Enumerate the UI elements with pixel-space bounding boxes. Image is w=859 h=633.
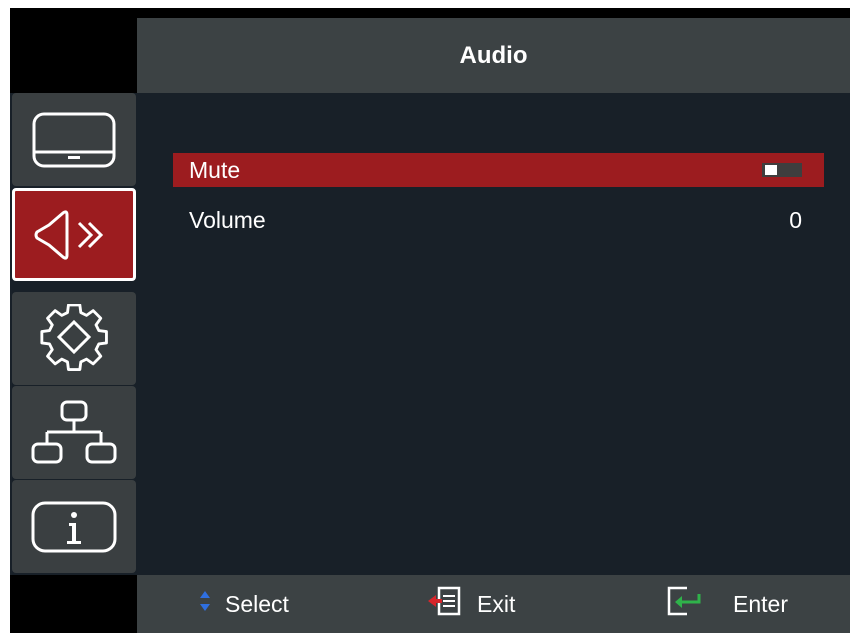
- hint-enter-label: Enter: [733, 590, 788, 617]
- tab-info[interactable]: [12, 480, 136, 573]
- up-down-arrows-icon: [199, 590, 225, 618]
- hint-select-label: Select: [225, 590, 289, 617]
- hint-exit-label: Exit: [477, 590, 516, 617]
- gear-settings-icon: [39, 303, 109, 374]
- menu-row-label: Volume: [189, 206, 266, 233]
- toggle-knob: [765, 165, 777, 175]
- info-icon: [29, 499, 119, 555]
- footer-bar: Select Exit Enter: [137, 575, 850, 633]
- display-icon: [30, 110, 118, 170]
- network-icon: [29, 398, 119, 468]
- tab-network[interactable]: [12, 386, 136, 479]
- enter-icon: [667, 586, 721, 622]
- page-title: Audio: [459, 41, 528, 69]
- mute-toggle[interactable]: [762, 163, 802, 177]
- hint-exit: Exit: [427, 575, 515, 633]
- exit-icon: [427, 586, 477, 622]
- volume-value: 0: [789, 206, 802, 233]
- menu-row-mute[interactable]: Mute: [173, 153, 824, 187]
- audio-speaker-icon: [29, 205, 119, 265]
- menu-row-label: Mute: [189, 156, 241, 183]
- header-bar: Audio: [137, 18, 850, 93]
- tab-display[interactable]: [12, 93, 136, 186]
- menu-row-volume[interactable]: Volume 0: [173, 203, 824, 237]
- hint-select: Select: [199, 575, 289, 633]
- tab-setup[interactable]: [12, 292, 136, 385]
- tab-audio[interactable]: [12, 188, 136, 281]
- hint-enter: Enter: [667, 575, 788, 633]
- osd-menu: Audio Mute Volume 0 Select Exit Enter: [10, 8, 850, 633]
